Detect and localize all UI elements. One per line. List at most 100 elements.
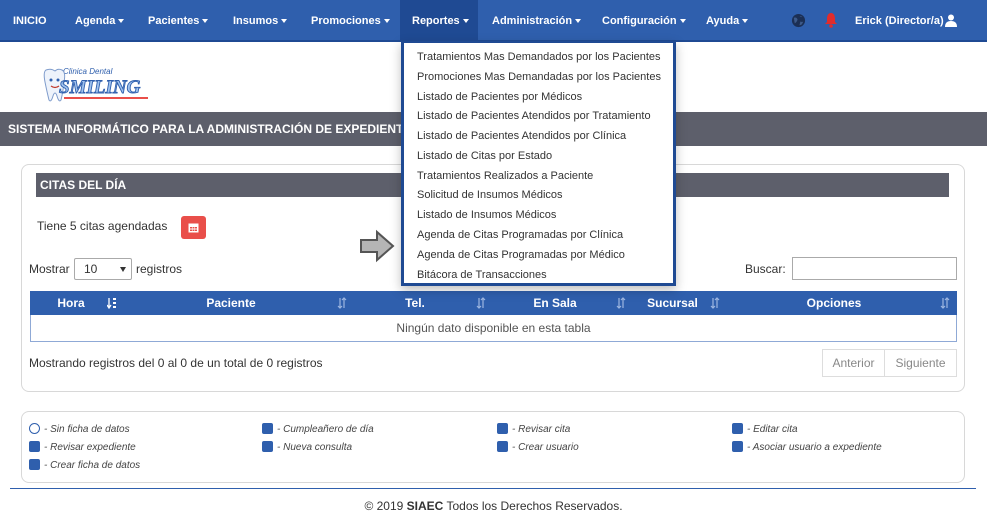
nav-administracion-label: Administración — [492, 15, 573, 27]
caret-down-icon — [281, 19, 288, 24]
clinic-logo: Clinica Dental SMILING — [43, 67, 148, 102]
user-menu[interactable]: Erick (Director/a) — [855, 0, 944, 42]
sort-icon — [476, 297, 486, 309]
footer-prefix: © 2019 — [364, 499, 404, 513]
nav-promociones-label: Promociones — [311, 15, 381, 27]
legend-label: - Crear ficha de datos — [44, 460, 141, 472]
nav-configuracion[interactable]: Configuración — [602, 0, 686, 42]
menu-item[interactable]: Agenda de Citas Programadas por Médico — [417, 248, 625, 262]
globe-icon[interactable] — [791, 13, 806, 28]
nav-administracion[interactable]: Administración — [492, 0, 582, 42]
citas-count-text: Tiene 5 citas agendadas — [37, 219, 168, 233]
col-opciones[interactable]: Opciones — [730, 291, 938, 315]
caret-down-icon — [202, 19, 209, 24]
buscar-label: Buscar: — [745, 262, 786, 276]
legend-item: - Sin ficha de datos — [29, 423, 130, 436]
nav-configuracion-label: Configuración — [602, 15, 677, 27]
create-record-icon — [29, 459, 40, 470]
birthday-icon — [262, 423, 273, 434]
next-page-button[interactable]: Siguiente — [884, 349, 957, 377]
nav-reportes[interactable]: Reportes — [400, 0, 478, 42]
footer-divider — [10, 488, 976, 489]
nav-agenda-label: Agenda — [75, 15, 116, 27]
calendar-icon — [188, 223, 199, 233]
nav-agenda[interactable]: Agenda — [75, 0, 125, 42]
sort-icon — [940, 297, 950, 309]
calendar-button[interactable] — [181, 216, 206, 239]
nav-insumos-label: Insumos — [233, 15, 279, 27]
legend-label: - Revisar expediente — [44, 442, 136, 454]
caret-down-icon — [462, 19, 469, 24]
legend-item: - Crear usuario — [497, 441, 579, 454]
nav-ayuda-label: Ayuda — [706, 15, 740, 27]
legend-item: - Revisar expediente — [29, 441, 136, 454]
registros-label: registros — [136, 262, 183, 276]
create-user-icon — [497, 441, 508, 452]
arrow-right-icon — [360, 229, 395, 263]
new-consult-icon — [262, 441, 273, 452]
menu-item[interactable]: Solicitud de Insumos Médicos — [417, 188, 563, 202]
nav-promociones[interactable]: Promociones — [311, 0, 390, 42]
legend-item: - Crear ficha de datos — [29, 459, 141, 472]
legend-item: - Asociar usuario a expediente — [732, 441, 882, 454]
folder-icon — [29, 441, 40, 452]
link-user-icon — [732, 441, 743, 452]
nav-pacientes[interactable]: Pacientes — [148, 0, 209, 42]
table-header: Hora Paciente Tel. En Sala Sucursal Opci… — [30, 291, 957, 315]
nav-reportes-label: Reportes — [412, 15, 460, 27]
footer: © 2019 SIAEC Todos los Derechos Reservad… — [0, 499, 987, 513]
caret-down-icon — [679, 19, 686, 24]
user-icon — [945, 14, 957, 27]
search-input[interactable] — [792, 257, 957, 280]
top-navbar: INICIO Agenda Pacientes Insumos Promocio… — [0, 0, 987, 42]
reportes-dropdown: Tratamientos Mas Demandados por los Paci… — [401, 41, 676, 286]
nav-ayuda[interactable]: Ayuda — [706, 0, 749, 42]
nav-inicio[interactable]: INICIO — [13, 0, 47, 42]
col-sucursal[interactable]: Sucursal — [630, 291, 715, 315]
sort-asc-icon — [107, 298, 116, 309]
legend-label: - Revisar cita — [512, 424, 571, 436]
col-paciente[interactable]: Paciente — [124, 291, 338, 315]
caret-down-icon — [383, 19, 390, 24]
caret-down-icon — [118, 19, 125, 24]
col-tel[interactable]: Tel. — [350, 291, 480, 315]
page-length-select[interactable]: 10 — [74, 258, 132, 280]
sort-icon — [616, 297, 626, 309]
col-en-sala[interactable]: En Sala — [490, 291, 620, 315]
prev-page-button[interactable]: Anterior — [822, 349, 885, 377]
table-info: Mostrando registros del 0 al 0 de un tot… — [29, 356, 323, 370]
menu-item[interactable]: Listado de Citas por Estado — [417, 149, 552, 163]
menu-item[interactable]: Agenda de Citas Programadas por Clínica — [417, 228, 623, 242]
legend-label: - Cumpleañero de día — [277, 424, 374, 436]
menu-item[interactable]: Tratamientos Mas Demandados por los Paci… — [417, 50, 661, 64]
edit-appointment-icon — [732, 423, 743, 434]
menu-item[interactable]: Listado de Pacientes por Médicos — [417, 90, 582, 104]
chevron-down-icon — [120, 267, 126, 272]
legend-label: - Editar cita — [747, 424, 798, 436]
footer-brand: SIAEC — [406, 499, 444, 513]
bell-icon[interactable] — [824, 12, 838, 28]
menu-item[interactable]: Tratamientos Realizados a Paciente — [417, 169, 593, 183]
menu-item[interactable]: Bitácora de Transacciones — [417, 268, 547, 282]
col-hora[interactable]: Hora — [30, 291, 112, 315]
review-appointment-icon — [497, 423, 508, 434]
footer-suffix: Todos los Derechos Reservados. — [446, 499, 623, 513]
logo-line2: SMILING — [59, 77, 141, 98]
legend-item: - Nueva consulta — [262, 441, 353, 454]
legend-label: - Crear usuario — [512, 442, 579, 454]
table-empty-row: Ningún dato disponible en esta tabla — [30, 315, 957, 342]
menu-item[interactable]: Listado de Insumos Médicos — [417, 208, 556, 222]
menu-item[interactable]: Promociones Mas Demandadas por los Pacie… — [417, 70, 661, 84]
nav-insumos[interactable]: Insumos — [233, 0, 288, 42]
menu-item[interactable]: Listado de Pacientes Atendidos por Trata… — [417, 109, 651, 123]
sort-icon — [710, 297, 720, 309]
menu-item[interactable]: Listado de Pacientes Atendidos por Clíni… — [417, 129, 626, 143]
nav-pacientes-label: Pacientes — [148, 15, 200, 27]
legend-item: - Editar cita — [732, 423, 798, 436]
page-length-value: 10 — [84, 262, 98, 276]
legend-label: - Nueva consulta — [277, 442, 353, 454]
sort-icon — [337, 297, 347, 309]
legend-item: - Revisar cita — [497, 423, 571, 436]
legend-label: - Asociar usuario a expediente — [747, 442, 882, 454]
no-data-icon — [29, 423, 40, 434]
